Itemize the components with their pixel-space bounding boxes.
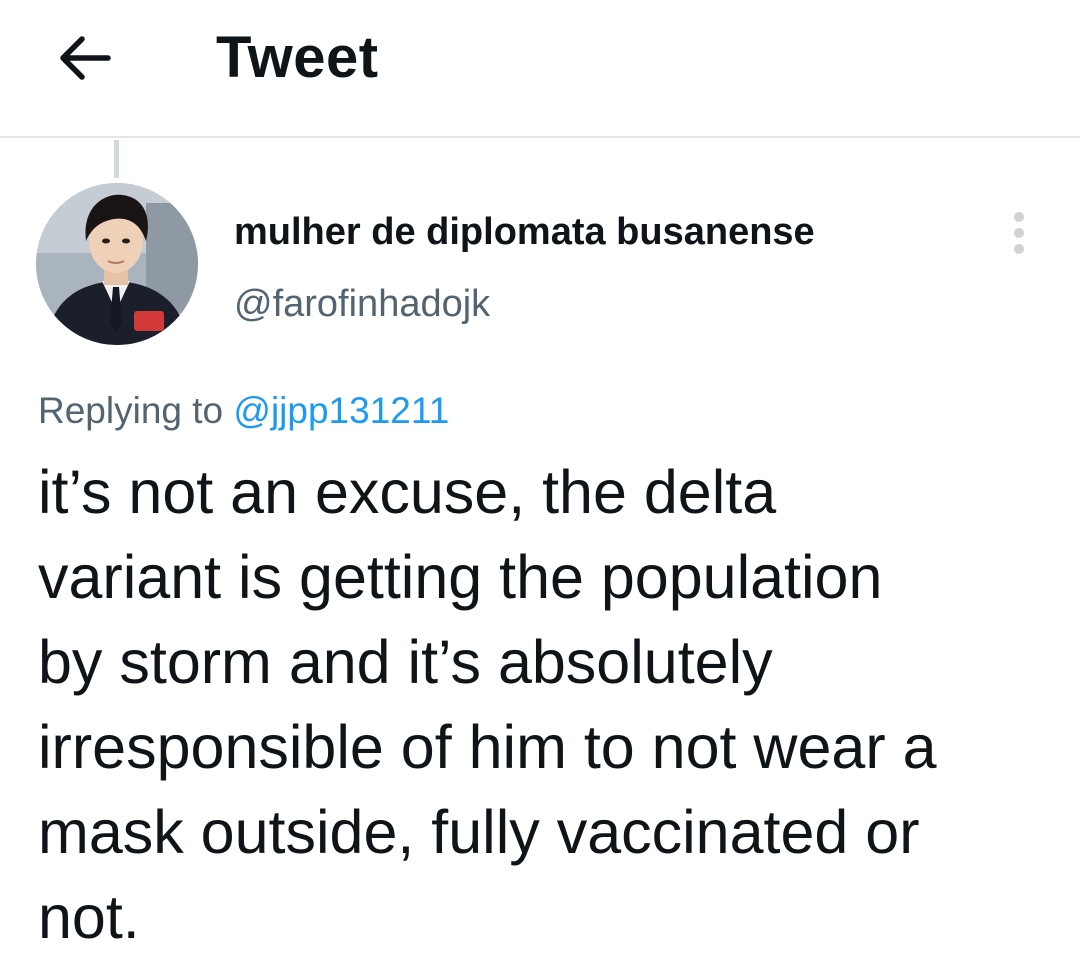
more-vertical-icon <box>1014 212 1024 222</box>
more-vertical-icon-dot <box>1014 244 1024 254</box>
more-vertical-icon-dot <box>1014 228 1024 238</box>
tweet-text: it’s not an excuse, the delta variant is… <box>38 458 937 951</box>
arrow-left-icon <box>60 36 111 80</box>
author-handle[interactable]: @farofinhadojk <box>234 282 490 326</box>
replying-to-mention-link[interactable]: @jjpp131211 <box>233 390 449 431</box>
avatar[interactable] <box>36 183 198 345</box>
replying-to-label: Replying to <box>38 390 224 431</box>
top-bar: Tweet <box>0 0 1080 138</box>
profile-photo <box>36 183 198 345</box>
author-display-name[interactable]: mulher de diplomata busanense <box>234 210 815 254</box>
more-options-button[interactable] <box>1002 208 1038 258</box>
back-button[interactable] <box>50 22 122 94</box>
replying-to-line: Replying to @jjpp131211 <box>38 389 449 433</box>
page-title: Tweet <box>216 25 379 90</box>
thread-connector-line <box>114 140 119 178</box>
